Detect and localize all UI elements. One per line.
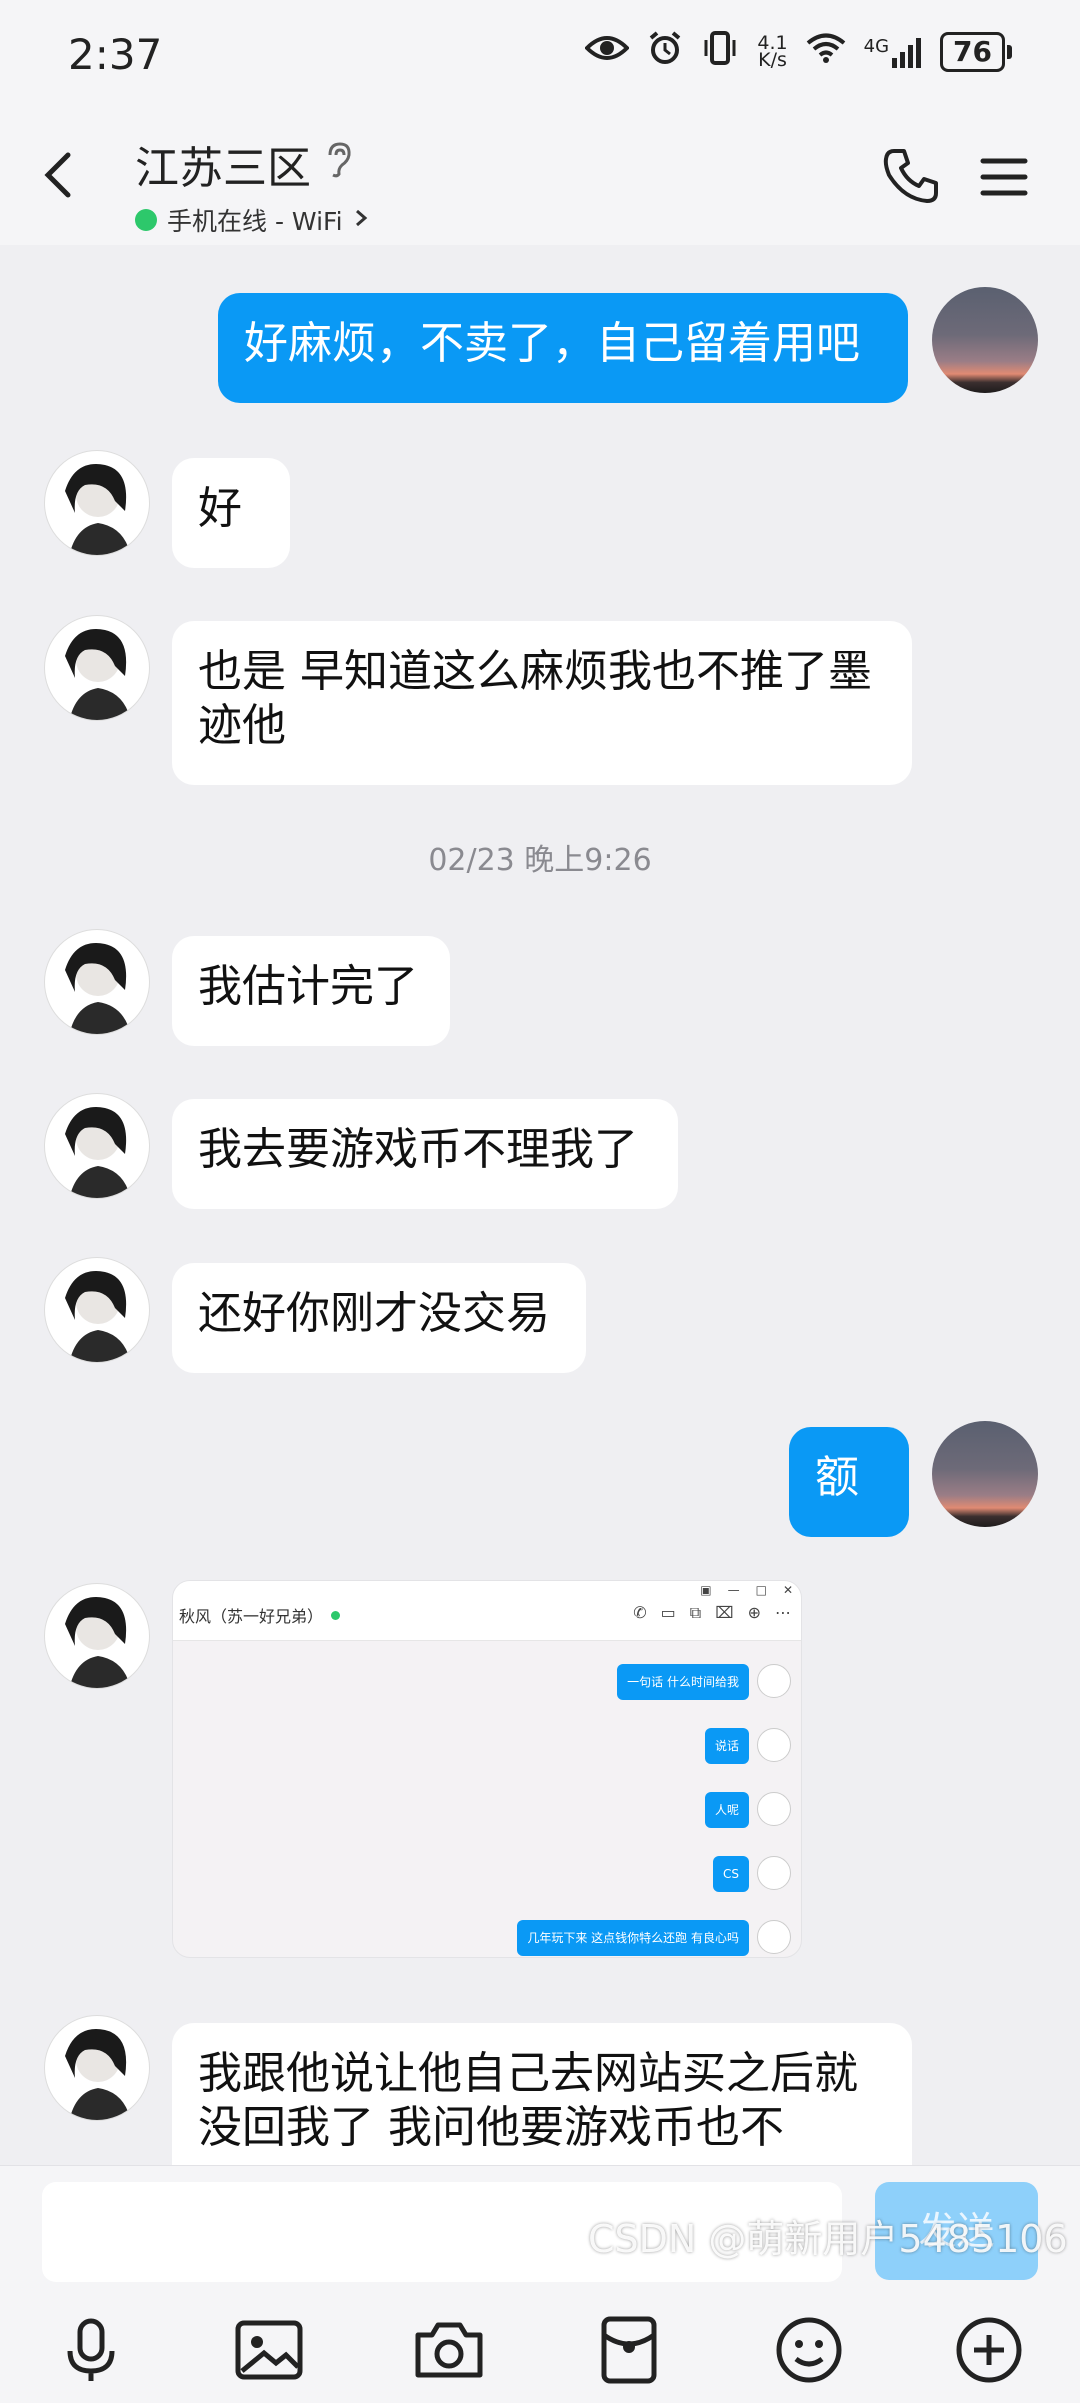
embedded-toolbar: ✆ ▭ ⧉ ⌧ ⊕ ⋯ <box>633 1603 791 1623</box>
chat-title-block[interactable]: 江苏三区 手机在线 - WiFi <box>135 132 369 238</box>
wifi-icon <box>806 32 846 72</box>
peer-avatar[interactable] <box>44 1583 150 1689</box>
battery-indicator: 76 <box>940 32 1012 72</box>
ear-icon <box>325 139 353 190</box>
message-list[interactable]: 好麻烦，不卖了，自己留着用吧 好 也是 早知道这么麻烦我也不推了墨迹他 02/2… <box>0 245 1080 2165</box>
embedded-avatar <box>757 1728 791 1762</box>
emoji-button[interactable] <box>770 2311 848 2389</box>
camera-button[interactable] <box>410 2311 488 2389</box>
net-speed: 4.1 K/s <box>757 31 788 71</box>
embedded-message: 人呢 <box>704 1792 749 1828</box>
image-icon <box>235 2320 303 2380</box>
embedded-avatar <box>757 1664 791 1698</box>
add-icon: ⊕ <box>747 1603 761 1622</box>
phone-icon <box>883 149 938 203</box>
minimize-icon: — <box>727 1583 740 1597</box>
screen-share-icon: ⧉ <box>689 1603 702 1622</box>
cellular-signal-icon: 4G <box>864 36 922 68</box>
menu-button[interactable] <box>975 148 1033 206</box>
back-button[interactable] <box>30 145 90 205</box>
embedded-message: 几年玩下来 这点钱你特么还跑 有良心吗 <box>517 1920 749 1956</box>
status-icons: 4.1 K/s 4G 76 <box>584 30 1012 74</box>
vibrate-icon <box>701 30 739 74</box>
peer-avatar[interactable] <box>44 1093 150 1199</box>
message-timestamp: 02/23 晚上9:26 <box>428 843 652 878</box>
battery-tip <box>1007 45 1012 59</box>
online-status[interactable]: 手机在线 - WiFi <box>135 202 369 238</box>
embedded-avatar <box>757 1792 791 1826</box>
status-bar: 2:37 4.1 K/s 4G 76 <box>0 0 1080 110</box>
message-bubble-outgoing[interactable]: 好麻烦，不卖了，自己留着用吧 <box>218 293 908 403</box>
microphone-icon <box>67 2318 115 2381</box>
message-bubble-incoming[interactable]: 好 <box>172 458 290 568</box>
call-button[interactable] <box>880 145 942 207</box>
chat-screen: 2:37 4.1 K/s 4G 76 江苏三区 手机在线 - WiFi 好麻烦，… <box>0 0 1080 2403</box>
self-avatar[interactable] <box>932 1421 1038 1527</box>
message-bubble-outgoing[interactable]: 额 <box>789 1427 909 1537</box>
voice-button[interactable] <box>52 2311 130 2389</box>
camera-icon <box>415 2322 483 2378</box>
plus-circle-icon <box>956 2317 1022 2383</box>
input-bar: 发送 <box>0 2165 1080 2403</box>
message-bubble-incoming[interactable]: 也是 早知道这么麻烦我也不推了墨迹他 <box>172 621 912 785</box>
peer-avatar[interactable] <box>44 1257 150 1363</box>
embedded-window-controls: ▣ — □ ✕ <box>700 1583 793 1597</box>
chat-header: 江苏三区 手机在线 - WiFi <box>0 110 1080 245</box>
input-toolbar <box>0 2311 1080 2401</box>
video-icon: ▭ <box>660 1603 676 1622</box>
status-time: 2:37 <box>68 30 163 79</box>
embedded-avatar <box>757 1856 791 1890</box>
maximize-icon: □ <box>755 1583 767 1597</box>
eye-icon <box>584 33 631 71</box>
phone-icon: ✆ <box>633 1603 647 1622</box>
embedded-online-dot <box>331 1610 341 1620</box>
more-icon: ⋯ <box>775 1603 791 1622</box>
message-bubble-incoming[interactable]: 我去要游戏币不理我了 <box>172 1099 678 1209</box>
embedded-message: 一句话 什么时间给我 <box>617 1664 749 1700</box>
message-bubble-incoming[interactable]: 还好你刚才没交易 <box>172 1263 586 1373</box>
watermark: CSDN @萌新用户5485106 <box>588 2217 1068 2261</box>
image-message[interactable]: ▣ — □ ✕ 秋风（苏一好兄弟） ✆ ▭ ⧉ ⌧ ⊕ ⋯ 一句话 什么时间给我… <box>172 1580 802 1958</box>
alarm-icon <box>647 30 683 74</box>
more-actions-button[interactable] <box>950 2311 1028 2389</box>
embedded-message: CS <box>713 1856 749 1892</box>
message-bubble-incoming[interactable]: 我跟他说让他自己去网站买之后就没回我了 我问他要游戏币也不 <box>172 2023 912 2165</box>
peer-avatar[interactable] <box>44 450 150 556</box>
embedded-avatar <box>757 1920 791 1954</box>
chat-title: 江苏三区 <box>135 132 369 196</box>
embedded-window-header: ▣ — □ ✕ 秋风（苏一好兄弟） ✆ ▭ ⧉ ⌧ ⊕ ⋯ <box>173 1581 801 1641</box>
emoji-icon <box>776 2317 842 2383</box>
battery-level: 76 <box>940 32 1005 72</box>
embedded-message: 说话 <box>704 1728 749 1764</box>
red-packet-icon <box>601 2316 657 2384</box>
remote-icon: ⌧ <box>715 1603 734 1622</box>
message-bubble-incoming[interactable]: 我估计完了 <box>172 936 450 1046</box>
embedded-contact: 秋风（苏一好兄弟） <box>179 1603 341 1627</box>
pin-icon: ▣ <box>700 1583 712 1597</box>
peer-avatar[interactable] <box>44 929 150 1035</box>
chevron-right-icon <box>353 206 369 235</box>
online-dot <box>135 209 157 231</box>
self-avatar[interactable] <box>932 287 1038 393</box>
close-icon: ✕ <box>782 1583 793 1597</box>
chevron-left-icon <box>44 152 71 198</box>
red-packet-button[interactable] <box>590 2311 668 2389</box>
peer-avatar[interactable] <box>44 615 150 721</box>
peer-avatar[interactable] <box>44 2015 150 2121</box>
gallery-button[interactable] <box>230 2311 308 2389</box>
menu-icon <box>980 158 1028 196</box>
